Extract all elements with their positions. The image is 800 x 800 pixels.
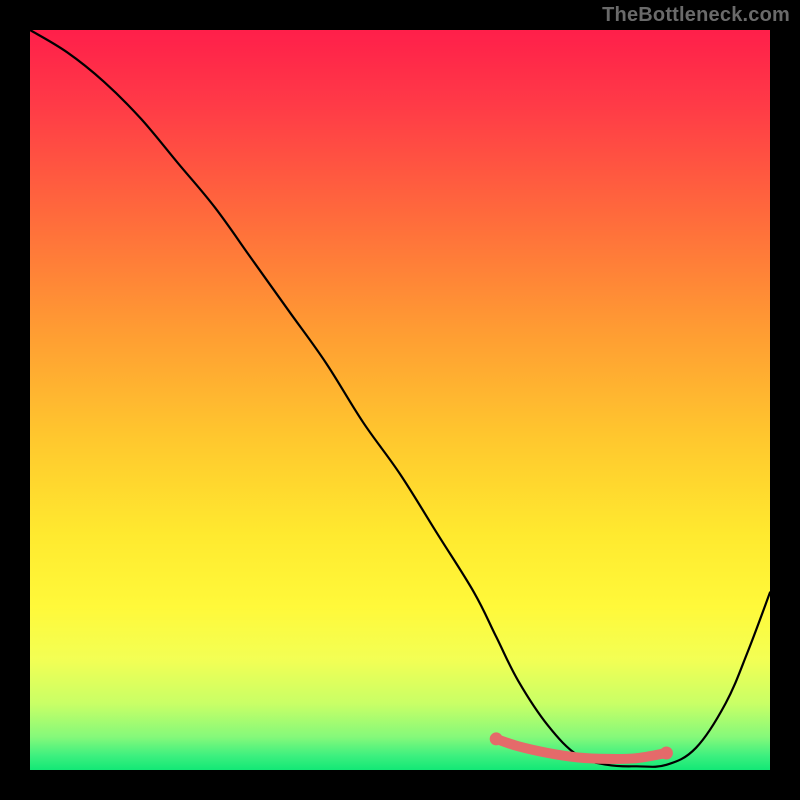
chart-container: TheBottleneck.com: [0, 0, 800, 800]
optimal-range-accent-path: [496, 739, 666, 759]
curve-layer: [30, 30, 770, 770]
accent-endpoint-dot: [490, 732, 503, 745]
accent-endpoint-dot: [660, 746, 673, 759]
bottleneck-curve-path: [30, 30, 770, 767]
plot-area: [30, 30, 770, 770]
watermark-text: TheBottleneck.com: [602, 4, 790, 27]
